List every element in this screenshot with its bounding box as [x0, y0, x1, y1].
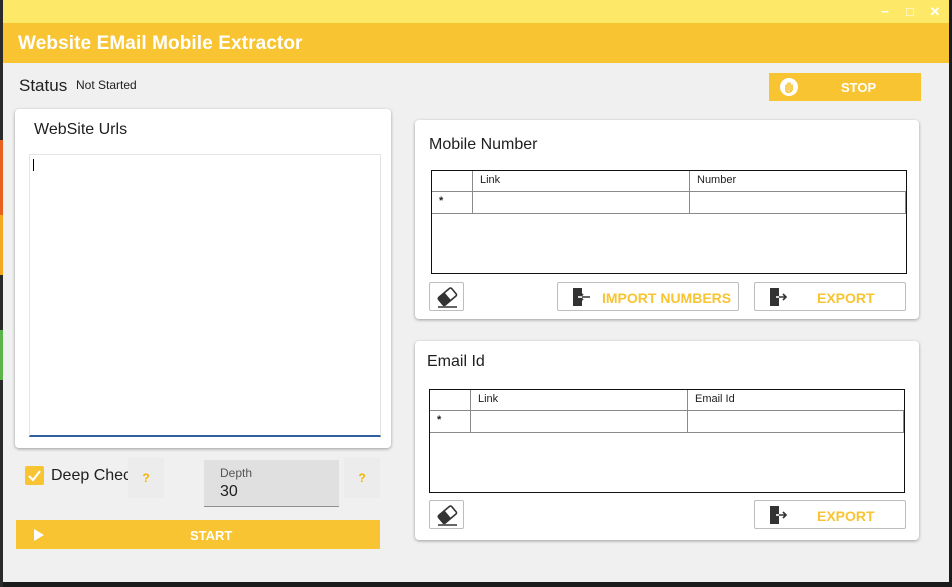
column-header-link[interactable]: Link	[473, 171, 690, 192]
start-button[interactable]: START	[16, 520, 380, 549]
start-label: START	[190, 528, 233, 543]
import-icon	[573, 288, 590, 306]
export-mobile-button[interactable]: EXPORT	[754, 282, 906, 311]
check-icon	[28, 470, 41, 482]
close-button[interactable]: ✕	[926, 3, 944, 21]
grid-corner	[432, 171, 473, 192]
column-header-email-id[interactable]: Email Id	[688, 390, 904, 411]
website-urls-title: WebSite Urls	[34, 121, 128, 138]
export-icon	[770, 288, 788, 306]
deep-check-help-icon[interactable]: ?	[128, 458, 164, 498]
window-top-bar: − □ ✕	[3, 0, 949, 23]
export-mobile-label: EXPORT	[817, 290, 875, 306]
import-numbers-button[interactable]: IMPORT NUMBERS	[557, 282, 739, 311]
eraser-icon	[437, 505, 458, 526]
website-urls-card: WebSite Urls	[15, 109, 391, 448]
export-email-label: EXPORT	[817, 508, 875, 524]
import-numbers-label: IMPORT NUMBERS	[602, 290, 732, 306]
app-window: − □ ✕ Website EMail Mobile Extractor Sta…	[3, 0, 949, 582]
grid-cell-link[interactable]	[473, 192, 690, 214]
clear-email-button[interactable]	[429, 500, 464, 529]
depth-field[interactable]: Depth 30	[204, 460, 339, 507]
email-id-panel: Email Id Link Email Id * EXPORT	[415, 341, 919, 540]
email-id-title: Email Id	[427, 353, 485, 370]
minimize-button[interactable]: −	[876, 3, 894, 21]
depth-value: 30	[220, 483, 238, 500]
mobile-number-title: Mobile Number	[429, 136, 538, 153]
depth-help-icon[interactable]: ?	[344, 458, 380, 498]
deep-check-checkbox[interactable]	[25, 466, 44, 485]
deep-check-label[interactable]: Deep Check	[51, 467, 139, 485]
export-email-button[interactable]: EXPORT	[754, 500, 906, 529]
stop-label: STOP	[841, 80, 877, 95]
email-id-grid[interactable]: Link Email Id *	[429, 389, 905, 493]
status-value: Not Started	[76, 78, 137, 92]
website-urls-input[interactable]	[29, 154, 381, 437]
grid-cell-email-id[interactable]	[688, 411, 904, 433]
status-label: Status	[19, 76, 68, 95]
stop-button[interactable]: STOP	[769, 73, 921, 101]
export-icon	[770, 506, 788, 524]
grid-corner	[430, 390, 471, 411]
hand-stop-icon	[780, 78, 798, 96]
column-header-link[interactable]: Link	[471, 390, 688, 411]
grid-cell-number[interactable]	[690, 192, 906, 214]
depth-label: Depth	[220, 466, 253, 480]
new-row-marker: *	[432, 192, 473, 214]
column-header-number[interactable]: Number	[690, 171, 906, 192]
title-bar: Website EMail Mobile Extractor	[3, 23, 949, 63]
mobile-number-grid[interactable]: Link Number *	[431, 170, 907, 274]
app-title: Website EMail Mobile Extractor	[18, 33, 303, 54]
text-caret	[33, 159, 34, 171]
eraser-icon	[437, 287, 458, 308]
play-icon	[34, 529, 44, 541]
maximize-button[interactable]: □	[901, 3, 919, 21]
new-row-marker: *	[430, 411, 471, 433]
mobile-number-panel: Mobile Number Link Number * IMPORT NUMBE…	[415, 120, 919, 319]
clear-mobile-button[interactable]	[429, 282, 464, 311]
grid-cell-link[interactable]	[471, 411, 688, 433]
